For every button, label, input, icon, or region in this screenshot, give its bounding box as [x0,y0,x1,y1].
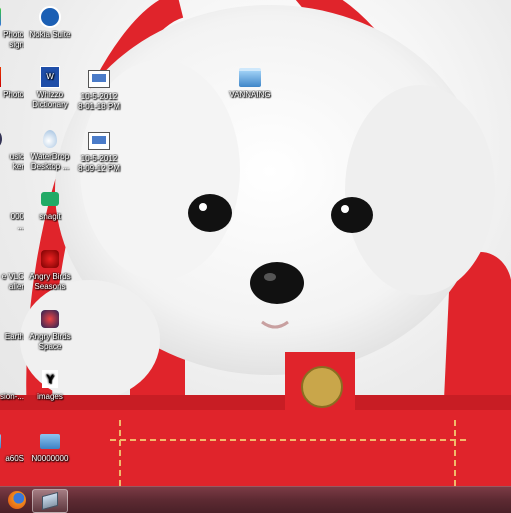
screenshot-file-icon [88,130,110,152]
app-window-icon [42,491,58,511]
taskbar-firefox-button[interactable] [0,489,34,511]
nokia-suite-icon [39,6,61,28]
angry-birds-seasons-icon [39,248,61,270]
music-app-icon [0,128,2,150]
taskbar-app-button[interactable] [32,489,68,513]
photo-app-icon [0,6,2,28]
app-icon [0,188,2,210]
desktop-icon-nokia-suite[interactable]: Nokia Suite [17,6,83,40]
dictionary-icon: W [39,66,61,88]
desktop-icon-screenshot-1[interactable]: 10-5-2012 8-01-18 PM [66,68,132,112]
desktop-icon-screenshot-2[interactable]: 10-5-2012 8-09-12 PM [66,130,132,174]
desktop-icon-vannaing-folder[interactable]: VANNAING [217,66,283,100]
firefox-icon [8,491,26,509]
desktop-wallpaper: Photo sign Photo usic ker 000 ... e VLC … [0,0,511,486]
angry-birds-space-icon [39,308,61,330]
folder-icon [239,66,261,88]
globe-icon [0,308,2,330]
snagit-icon [39,188,61,210]
desktop-icon-n0000000[interactable]: N0000000 [17,430,83,464]
desktop-icon-angry-birds-space[interactable]: Angry Birds Space [17,308,83,352]
desktop-icon-images[interactable]: Y images [17,368,83,402]
screenshot-file-icon [88,68,110,90]
images-shortcut-icon: Y [39,368,61,390]
folder-icon [0,430,2,452]
desktop-icon-snagit[interactable]: snagit [17,188,83,222]
folder-icon [39,430,61,452]
installer-icon [0,248,2,270]
app-icon-2 [0,368,2,390]
photo-app-icon-2 [0,66,2,88]
desktop-icon-angry-birds-seasons[interactable]: Angry Birds Seasons [17,248,83,292]
taskbar [0,486,511,513]
waterdrop-icon [39,128,61,150]
